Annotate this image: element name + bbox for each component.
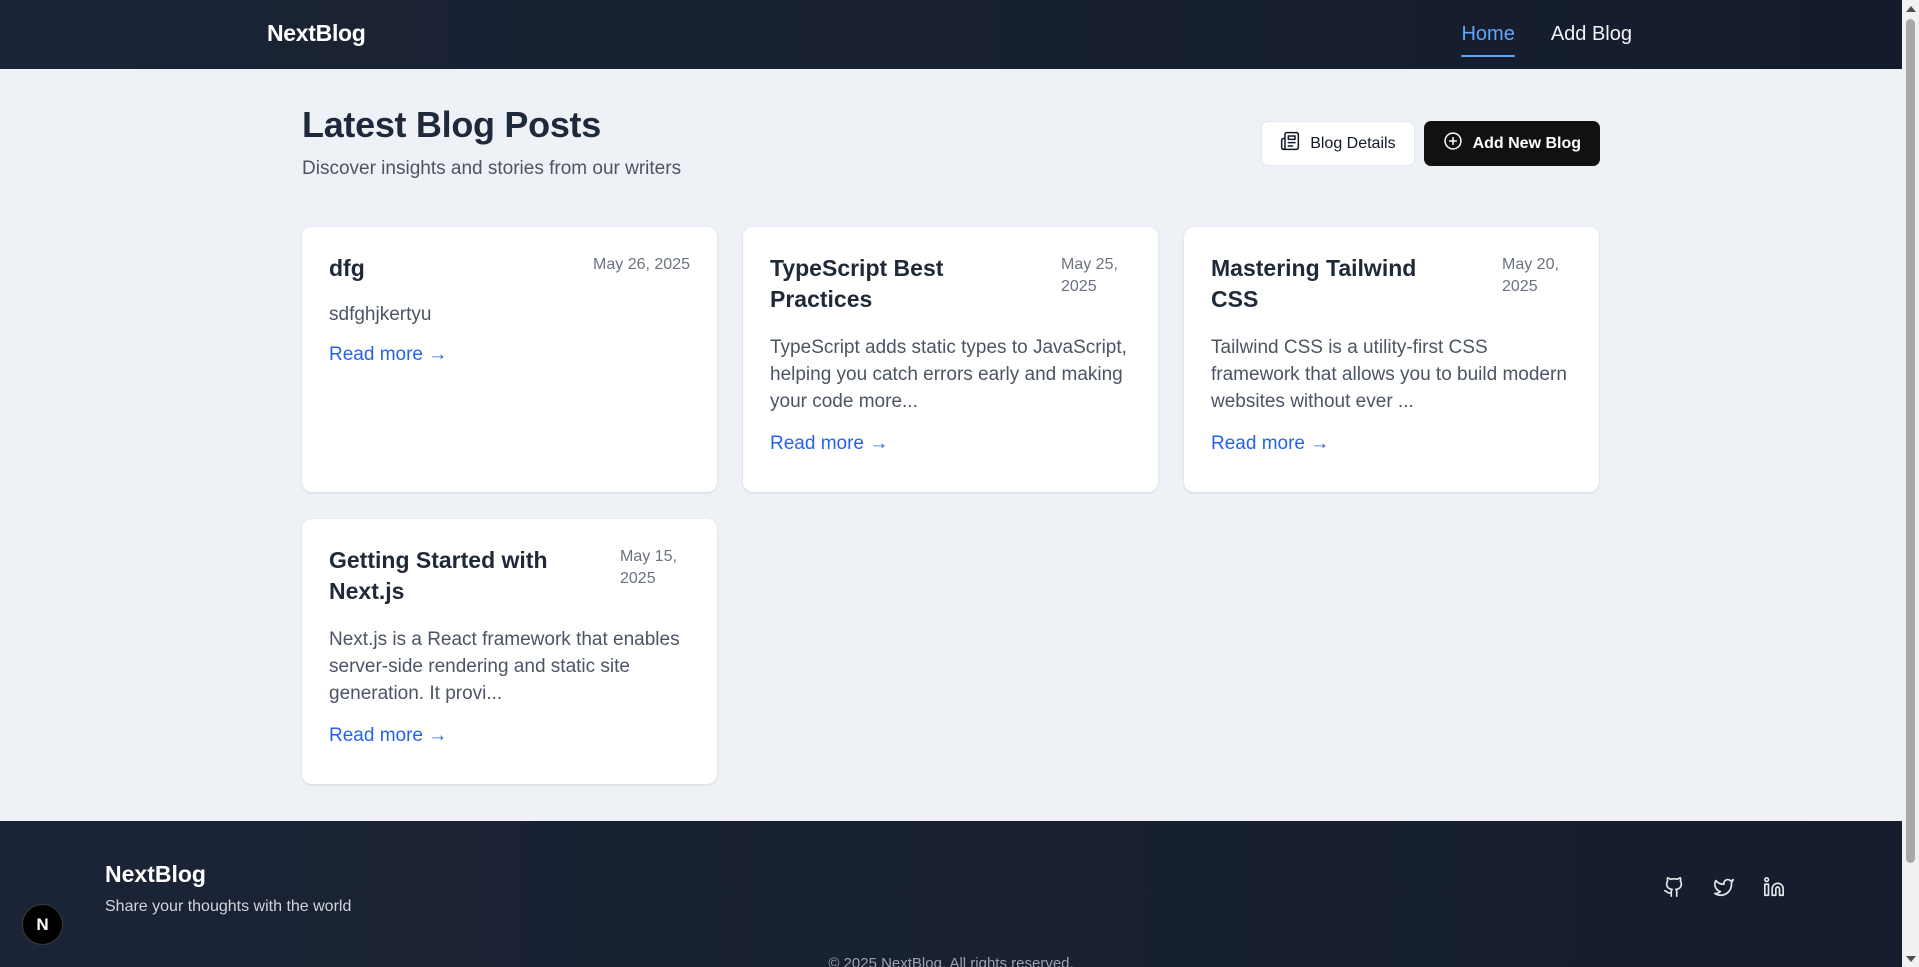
vertical-scrollbar[interactable] — [1902, 0, 1919, 967]
twitter-icon[interactable] — [1713, 876, 1735, 898]
next-dev-indicator-button[interactable]: N — [22, 904, 63, 945]
blog-card-title[interactable]: Getting Started with Next.js — [329, 545, 569, 607]
add-new-blog-button[interactable]: Add New Blog — [1423, 121, 1600, 166]
blog-card-date: May 20, 2025 — [1502, 256, 1559, 295]
read-more-link[interactable]: Read more → — [1211, 433, 1329, 455]
github-icon[interactable] — [1663, 876, 1685, 898]
scrollbar-thumb[interactable] — [1906, 19, 1915, 863]
footer-tagline: Share your thoughts with the world — [105, 898, 352, 915]
nav-links: Home Add Blog — [1461, 0, 1632, 69]
blog-card-excerpt: sdfghjkertyu — [329, 304, 432, 325]
blog-card[interactable]: Getting Started with Next.js May 15, 202… — [302, 519, 717, 784]
read-more-link[interactable]: Read more → — [329, 344, 447, 366]
read-more-link[interactable]: Read more → — [329, 725, 447, 747]
blog-card[interactable]: Mastering Tailwind CSS May 20, 2025 Tail… — [1184, 227, 1599, 492]
page: NextBlog Home Add Blog Latest Blog Posts… — [0, 0, 1919, 967]
add-new-blog-label: Add New Blog — [1472, 134, 1581, 152]
blog-card-date: May 26, 2025 — [593, 256, 690, 273]
scroll-down-arrow-icon[interactable] — [1902, 950, 1919, 967]
blog-card[interactable]: TypeScript Best Practices May 25, 2025 T… — [743, 227, 1158, 492]
nav-link-add-blog[interactable]: Add Blog — [1551, 0, 1632, 69]
brand-logo[interactable]: NextBlog — [267, 20, 366, 47]
plus-circle-icon — [1443, 131, 1463, 156]
footer: NextBlog Share your thoughts with the wo… — [0, 821, 1902, 967]
linkedin-icon[interactable] — [1763, 876, 1785, 898]
copyright-text: © 2025 NextBlog. All rights reserved. — [828, 955, 1074, 967]
page-subtitle: Discover insights and stories from our w… — [302, 158, 682, 179]
blog-card-title[interactable]: TypeScript Best Practices — [770, 253, 1010, 315]
footer-brand: NextBlog — [105, 861, 206, 887]
blog-card-excerpt: Next.js is a React framework that enable… — [329, 629, 680, 704]
blog-card-date: May 15, 2025 — [620, 548, 677, 587]
blog-card-excerpt: TypeScript adds static types to JavaScri… — [770, 337, 1127, 412]
blog-card-title[interactable]: dfg — [329, 253, 365, 284]
scroll-up-arrow-icon[interactable] — [1902, 0, 1919, 17]
nav-link-home[interactable]: Home — [1461, 0, 1516, 69]
newspaper-icon — [1280, 131, 1300, 156]
page-title: Latest Blog Posts — [302, 104, 601, 145]
social-links — [1663, 876, 1785, 898]
header-actions: Blog Details Add New Blog — [1261, 121, 1600, 166]
blog-card-title[interactable]: Mastering Tailwind CSS — [1211, 253, 1451, 315]
blog-details-button[interactable]: Blog Details — [1261, 121, 1415, 166]
read-more-link[interactable]: Read more → — [770, 433, 888, 455]
blog-card[interactable]: dfg May 26, 2025 sdfghjkertyu Read more … — [302, 227, 717, 492]
blog-details-label: Blog Details — [1310, 134, 1396, 152]
blog-card-date: May 25, 2025 — [1061, 256, 1118, 295]
blog-card-excerpt: Tailwind CSS is a utility-first CSS fram… — [1211, 337, 1567, 412]
top-navbar: NextBlog Home Add Blog — [0, 0, 1902, 69]
